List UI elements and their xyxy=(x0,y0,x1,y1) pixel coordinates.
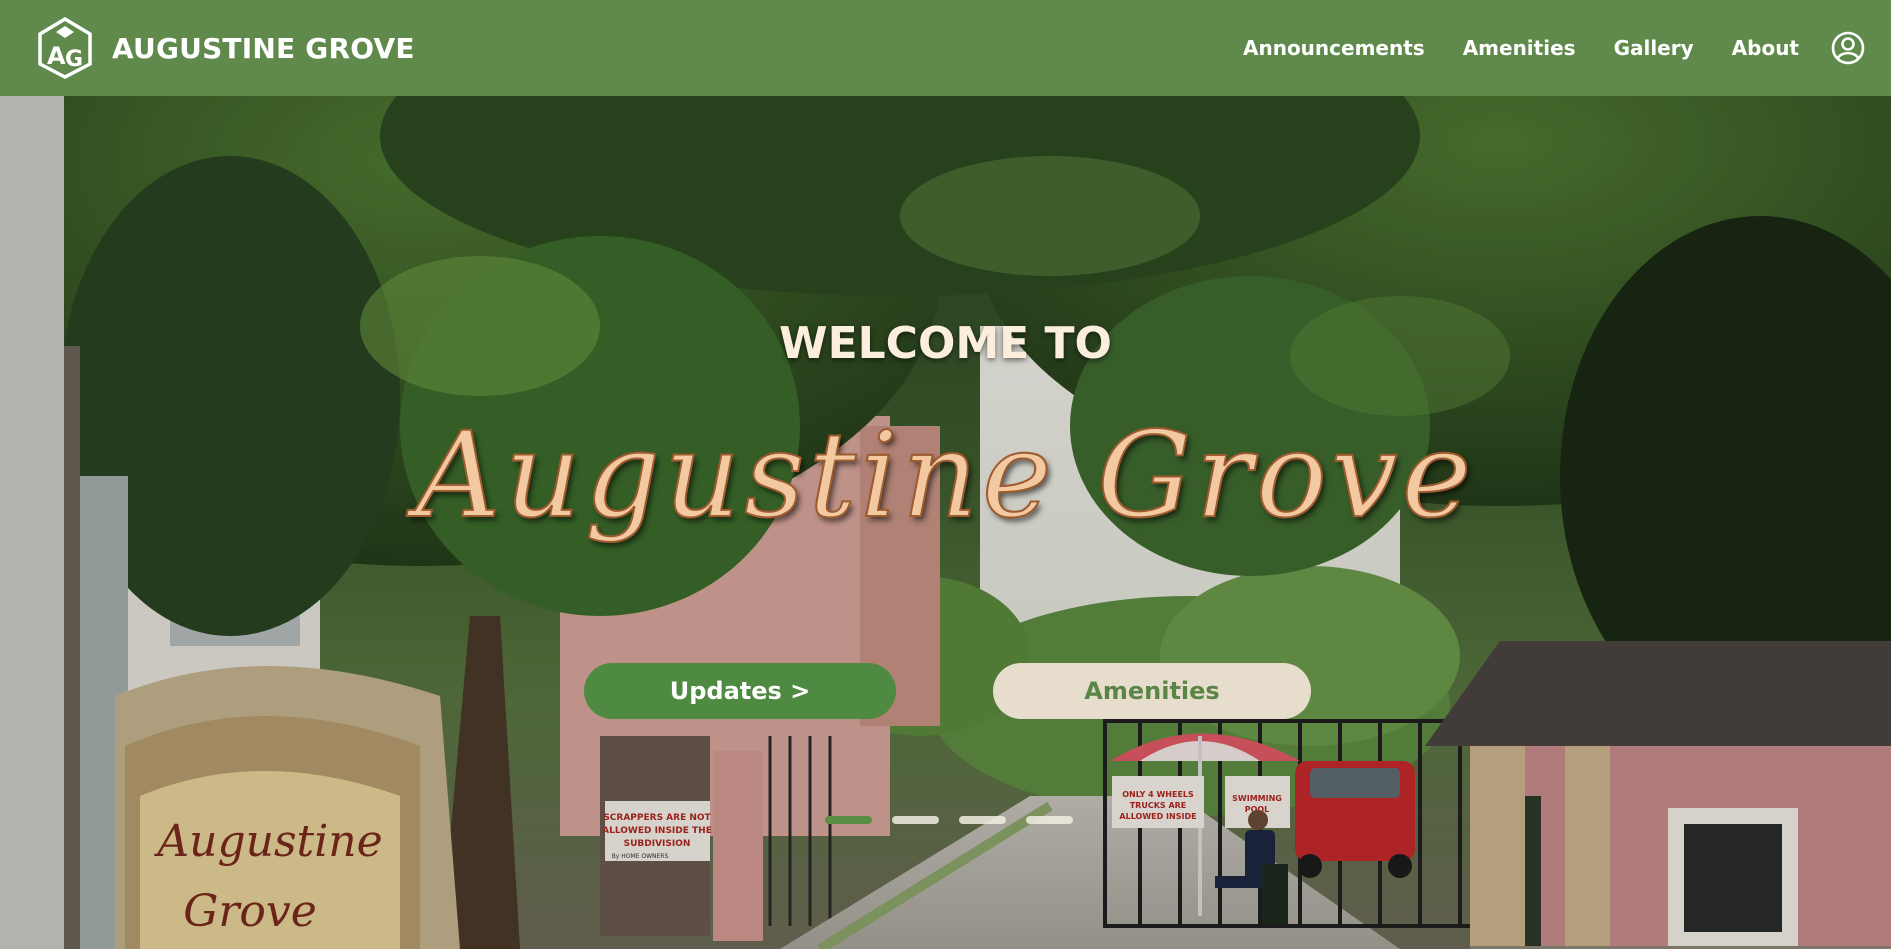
welcome-heading: WELCOME TO xyxy=(779,318,1112,369)
augustine-grove-house-logo-icon: A G xyxy=(38,17,92,79)
main-nav: Announcements Amenities Gallery About xyxy=(1205,31,1865,65)
script-title: Augustine Grove xyxy=(414,405,1476,545)
nav-amenities[interactable]: Amenities xyxy=(1463,36,1576,60)
nav-announcements[interactable]: Announcements xyxy=(1243,36,1425,60)
brand-name[interactable]: AUGUSTINE GROVE xyxy=(112,32,415,65)
carousel-dot-1[interactable] xyxy=(825,816,872,824)
user-circle-icon[interactable] xyxy=(1831,31,1865,65)
svg-text:G: G xyxy=(65,47,83,72)
hero-section: Augustine Grove SCRAPPERS ARE NOT ALLOWE… xyxy=(0,96,1891,949)
brand[interactable]: A G AUGUSTINE GROVE xyxy=(38,17,415,79)
nav-about[interactable]: About xyxy=(1732,36,1799,60)
carousel-indicators xyxy=(825,816,1073,824)
nav-gallery[interactable]: Gallery xyxy=(1614,36,1694,60)
svg-text:A: A xyxy=(47,42,66,70)
carousel-dot-4[interactable] xyxy=(1026,816,1073,824)
top-navigation-bar: A G AUGUSTINE GROVE Announcements Amenit… xyxy=(0,0,1891,96)
carousel-dot-2[interactable] xyxy=(892,816,939,824)
updates-button[interactable]: Updates > xyxy=(584,663,896,719)
carousel-dot-3[interactable] xyxy=(959,816,1006,824)
amenities-button[interactable]: Amenities xyxy=(993,663,1311,719)
